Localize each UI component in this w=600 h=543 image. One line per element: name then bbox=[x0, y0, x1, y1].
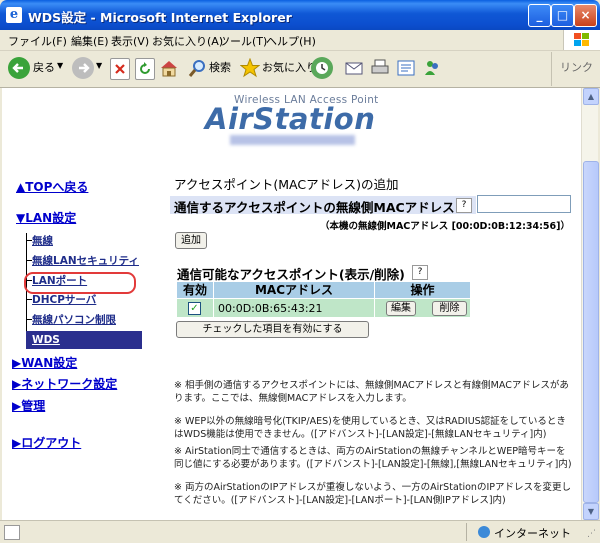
vertical-scrollbar[interactable]: ▲ ▼ bbox=[581, 88, 599, 520]
menu-view[interactable]: 表示(V) bbox=[111, 33, 149, 49]
search-button-label[interactable]: 検索 bbox=[209, 59, 231, 75]
home-icon[interactable] bbox=[159, 58, 177, 78]
table-row-ops-cell: 編集 削除 bbox=[375, 299, 470, 317]
ie-app-icon: e bbox=[6, 7, 22, 23]
mac-field-label: 通信するアクセスポイントの無線側MACアドレス bbox=[174, 200, 455, 215]
col-header-operations: 操作 bbox=[375, 282, 470, 298]
enable-checkbox[interactable]: ✓ bbox=[188, 302, 201, 315]
mac-address-input[interactable] bbox=[477, 195, 571, 213]
add-section-title: アクセスポイント(MACアドレス)の追加 bbox=[174, 177, 399, 192]
sidebar-lan-settings[interactable]: ▼LAN設定 bbox=[16, 209, 76, 226]
note-2: ※ WEP以外の無線暗号化(TKIP/AES)を使用しているとき、又はRADIU… bbox=[174, 416, 566, 440]
scrollbar-thumb[interactable] bbox=[583, 161, 599, 503]
table-row-enable-cell: ✓ bbox=[177, 299, 213, 317]
back-button-label[interactable]: 戻る bbox=[33, 59, 55, 75]
sidebar-logout[interactable]: ▶ログアウト bbox=[12, 434, 81, 451]
maximize-button[interactable]: □ bbox=[551, 4, 574, 27]
sidebar-item-mac-filter[interactable]: 無線パソコン制限 bbox=[32, 312, 116, 327]
status-divider bbox=[466, 523, 467, 541]
mail-icon[interactable] bbox=[344, 58, 363, 78]
menu-file[interactable]: ファイル(F) bbox=[8, 33, 67, 49]
own-mac-address: （本機の無線側MACアドレス [00:0D:0B:12:34:56]） bbox=[320, 221, 570, 232]
col-header-enable: 有効 bbox=[177, 282, 213, 298]
page-content: Wireless LAN Access Point AirStation ▲TO… bbox=[2, 88, 582, 520]
sidebar-top-link[interactable]: ▲TOPへ戻る bbox=[16, 178, 88, 195]
lan-port-highlight-ring bbox=[24, 272, 136, 294]
edit-button[interactable]: 編集 bbox=[386, 301, 416, 316]
toolbar-divider bbox=[551, 52, 552, 86]
row-mac-address: 00:0D:0B:65:43:21 bbox=[218, 302, 323, 315]
scroll-up-arrow-icon[interactable]: ▲ bbox=[583, 88, 599, 105]
edit-page-icon[interactable] bbox=[396, 58, 415, 78]
forward-dropdown-icon[interactable]: ▼ bbox=[96, 61, 102, 70]
history-icon[interactable] bbox=[311, 57, 333, 79]
links-label[interactable]: リンク bbox=[560, 59, 593, 75]
delete-button[interactable]: 削除 bbox=[432, 301, 467, 316]
favorites-button-label[interactable]: お気に入り bbox=[262, 59, 317, 75]
menu-edit[interactable]: 編集(E) bbox=[71, 33, 109, 49]
search-icon[interactable] bbox=[188, 58, 206, 78]
add-button[interactable]: 追加 bbox=[175, 232, 207, 249]
apply-checked-button[interactable]: チェックした項目を有効にする bbox=[176, 321, 369, 338]
menu-help[interactable]: ヘルプ(H) bbox=[266, 33, 316, 49]
sidebar-item-wireless-security[interactable]: 無線LANセキュリティ bbox=[32, 253, 139, 268]
menu-bar: ファイル(F) 編集(E) 表示(V) お気に入り(A) ツール(T) ヘルプ(… bbox=[0, 30, 600, 51]
minimize-button[interactable]: _ bbox=[528, 4, 551, 27]
mac-label-bar: 通信するアクセスポイントの無線側MACアドレス ? bbox=[170, 196, 476, 215]
forward-arrow-icon[interactable] bbox=[72, 57, 94, 79]
favorites-star-icon[interactable] bbox=[239, 57, 261, 78]
ie-window: e WDS設定 - Microsoft Internet Explorer _ … bbox=[0, 0, 600, 543]
sidebar-wan-settings[interactable]: ▶WAN設定 bbox=[12, 354, 77, 371]
title-bar[interactable]: e WDS設定 - Microsoft Internet Explorer _ … bbox=[0, 0, 600, 30]
sidebar-item-dhcp[interactable]: DHCPサーバ bbox=[32, 292, 96, 307]
help-icon[interactable]: ? bbox=[456, 198, 472, 213]
note-1: ※ 相手側の通信するアクセスポイントには、無線側MACアドレスと有線側MACアド… bbox=[174, 380, 569, 404]
sidebar-item-wds-selected[interactable]: WDS bbox=[26, 331, 142, 349]
internet-zone-globe-icon bbox=[478, 526, 490, 538]
table-row-mac-cell: 00:0D:0B:65:43:21 bbox=[214, 299, 374, 317]
wds-label: WDS bbox=[32, 334, 60, 346]
airstation-logo: AirStation bbox=[205, 102, 376, 136]
toolbar: 戻る ▼ ▼ 検索 お気に入り リンク bbox=[0, 51, 600, 88]
window-title: WDS設定 - Microsoft Internet Explorer bbox=[28, 10, 292, 25]
back-arrow-icon[interactable] bbox=[8, 57, 30, 79]
blurred-model-name bbox=[230, 135, 355, 145]
print-icon[interactable] bbox=[370, 58, 389, 78]
note-4: ※ 両方のAirStationのIPアドレスが重複しないよう、一方のAirSta… bbox=[174, 482, 571, 506]
internet-zone-label: インターネット bbox=[494, 527, 571, 540]
stop-icon[interactable] bbox=[110, 58, 130, 80]
back-dropdown-icon[interactable]: ▼ bbox=[57, 61, 63, 70]
close-button[interactable]: × bbox=[574, 4, 597, 27]
col-header-mac: MACアドレス bbox=[214, 282, 374, 298]
refresh-icon[interactable] bbox=[135, 58, 155, 80]
scroll-down-arrow-icon[interactable]: ▼ bbox=[583, 503, 599, 520]
status-bar: インターネット ⋰ bbox=[0, 520, 600, 543]
sidebar-admin[interactable]: ▶管理 bbox=[12, 397, 45, 414]
menu-tools[interactable]: ツール(T) bbox=[219, 33, 267, 49]
list-section-title: 通信可能なアクセスポイント(表示/削除) bbox=[177, 267, 405, 282]
list-help-icon[interactable]: ? bbox=[412, 265, 428, 280]
sidebar-network-settings[interactable]: ▶ネットワーク設定 bbox=[12, 375, 117, 392]
messenger-icon[interactable] bbox=[422, 58, 440, 78]
windows-logo-icon bbox=[563, 30, 600, 50]
sidebar-item-wireless[interactable]: 無線 bbox=[32, 233, 53, 248]
note-3: ※ AirStation同士で通信するときは、両方のAirStationの無線チ… bbox=[174, 446, 572, 470]
menu-favorites[interactable]: お気に入り(A) bbox=[152, 33, 223, 49]
resize-grip-icon[interactable]: ⋰ bbox=[587, 529, 596, 539]
page-status-icon bbox=[4, 525, 20, 540]
